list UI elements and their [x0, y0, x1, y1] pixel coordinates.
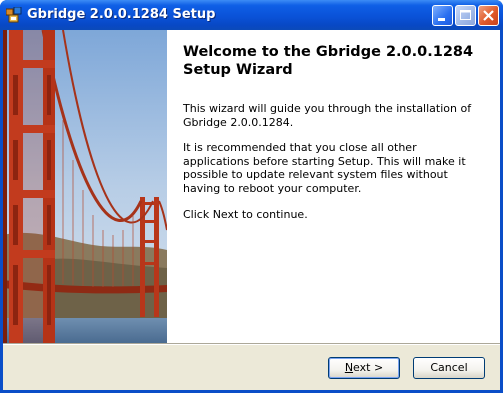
wizard-heading: Welcome to the Gbridge 2.0.0.1284 Setup …	[183, 44, 474, 78]
wizard-content-panel: Welcome to the Gbridge 2.0.0.1284 Setup …	[167, 30, 500, 343]
installer-app-icon	[5, 6, 22, 23]
window-title: Gbridge 2.0.0.1284 Setup	[27, 7, 216, 22]
title-bar[interactable]: Gbridge 2.0.0.1284 Setup	[0, 0, 503, 30]
wizard-continue-text: Click Next to continue.	[183, 208, 308, 221]
close-icon[interactable]	[478, 5, 499, 26]
dialog-client-area: Welcome to the Gbridge 2.0.0.1284 Setup …	[3, 30, 500, 390]
minimize-icon[interactable]	[432, 5, 453, 26]
cancel-button[interactable]: Cancel	[413, 357, 485, 379]
next-button-label: ext >	[353, 361, 384, 374]
setup-window: Gbridge 2.0.0.1284 Setup Welcome to the …	[0, 0, 503, 393]
golden-gate-bridge-banner-image	[3, 30, 167, 343]
maximize-icon[interactable]	[455, 5, 476, 26]
next-button[interactable]: Next >	[328, 357, 400, 379]
next-button-mnemonic: N	[344, 361, 354, 374]
button-area-separator	[3, 343, 500, 345]
wizard-intro-text: This wizard will guide you through the i…	[183, 102, 472, 129]
wizard-recommendation-text: It is recommended that you close all oth…	[183, 141, 466, 195]
